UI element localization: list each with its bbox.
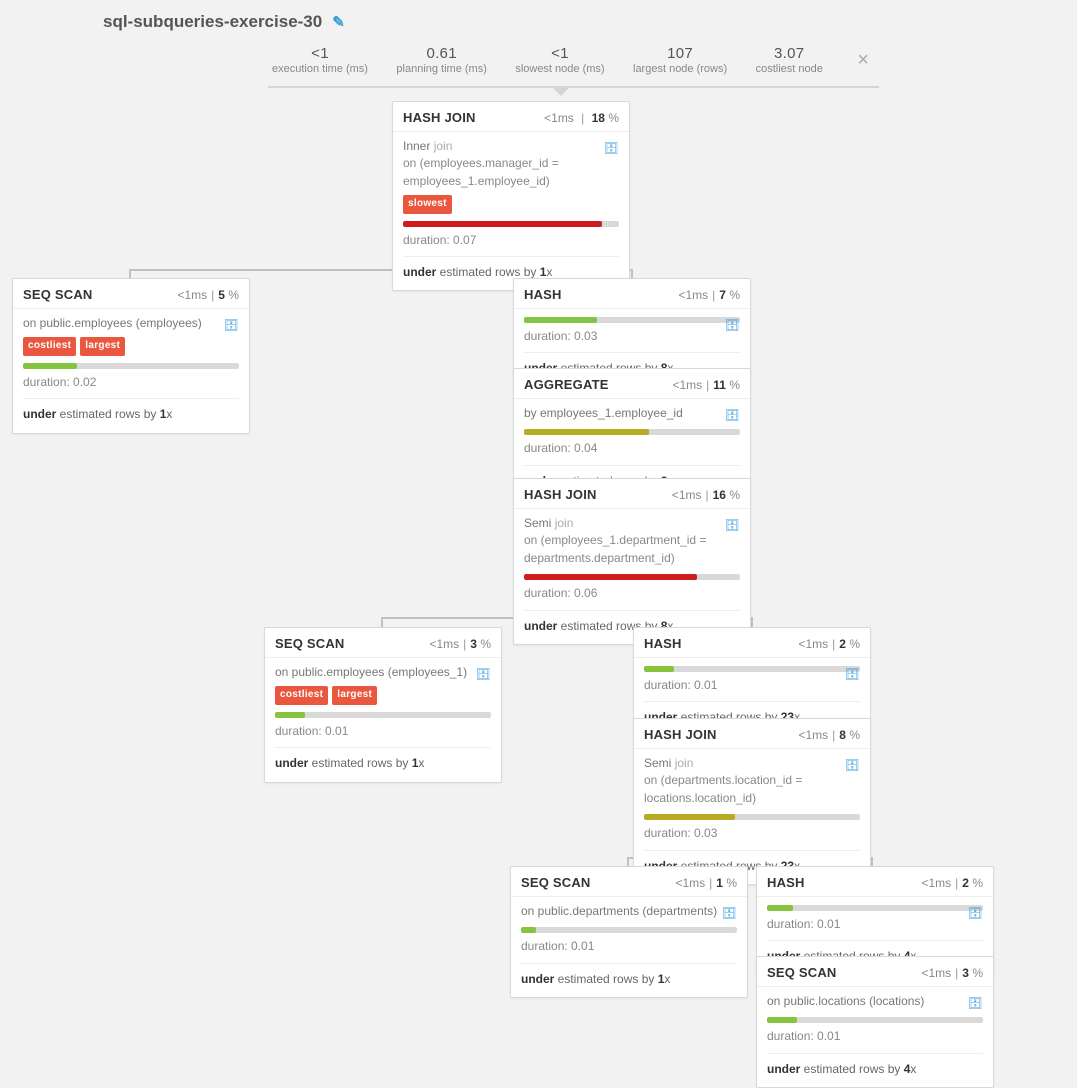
node-seqscan-departments[interactable]: SEQ SCAN <1ms|1 % 🗄 on public.department… <box>510 866 748 998</box>
node-join-type: Semi join <box>524 515 740 532</box>
duration-line: duration: 0.01 <box>275 723 491 748</box>
duration-bar <box>521 927 737 933</box>
tag-costliest: costliest <box>23 337 76 356</box>
node-title: SEQ SCAN <box>23 287 93 302</box>
node-metrics: <1ms|3 % <box>921 966 983 980</box>
node-title: AGGREGATE <box>524 377 609 392</box>
duration-bar <box>767 1017 983 1023</box>
database-icon[interactable]: 🗄 <box>725 317 740 334</box>
node-title: HASH <box>644 636 682 651</box>
stats-pointer <box>551 86 571 96</box>
node-metrics: <1ms|7 % <box>678 288 740 302</box>
node-hashjoin-2[interactable]: HASH JOIN <1ms|16 % 🗄 Semi join on (empl… <box>513 478 751 645</box>
duration-line: duration: 0.03 <box>524 328 740 353</box>
stat-exec-time: <1 execution time (ms) <box>272 45 368 75</box>
node-metrics: <1ms|5 % <box>177 288 239 302</box>
node-join-type: Semi join <box>644 755 860 772</box>
node-hashjoin-3[interactable]: HASH JOIN <1ms|8 % 🗄 Semi join on (depar… <box>633 718 871 885</box>
node-group-by: by employees_1.employee_id <box>524 405 740 422</box>
node-title: SEQ SCAN <box>767 965 837 980</box>
node-metrics: <1ms|1 % <box>675 876 737 890</box>
close-stats-icon[interactable]: × <box>851 50 875 70</box>
estimate-line: under estimated rows by 1x <box>521 964 737 988</box>
node-join-type: Inner join <box>403 138 619 155</box>
database-icon[interactable]: 🗄 <box>968 905 983 922</box>
duration-bar <box>23 363 239 369</box>
tag-largest: largest <box>332 686 377 705</box>
node-seqscan-employees1[interactable]: SEQ SCAN <1ms|3 % 🗄 on public.employees … <box>264 627 502 783</box>
duration-line: duration: 0.04 <box>524 440 740 465</box>
duration-bar <box>767 905 983 911</box>
node-hashjoin-root[interactable]: HASH JOIN <1ms | 18 % 🗄 Inner join on (e… <box>392 101 630 291</box>
node-title: HASH <box>524 287 562 302</box>
edit-title-icon[interactable]: ✎ <box>332 13 345 31</box>
node-metrics: <1ms|3 % <box>429 637 491 651</box>
database-icon[interactable]: 🗄 <box>845 757 860 774</box>
stat-costliest-node: 3.07 costliest node <box>756 45 823 75</box>
duration-line: duration: 0.01 <box>767 916 983 941</box>
database-icon[interactable]: 🗄 <box>725 517 740 534</box>
node-tags: costliest largest <box>275 686 491 705</box>
node-metrics: <1ms | 18 % <box>544 111 619 125</box>
node-condition: on (employees.manager_id = employees_1.e… <box>403 155 619 190</box>
duration-bar <box>524 574 740 580</box>
page-title: sql-subqueries-exercise-30 ✎ <box>103 12 345 32</box>
node-tags: slowest <box>403 195 619 214</box>
node-metrics: <1ms|16 % <box>672 488 740 502</box>
estimate-line: under estimated rows by 4x <box>767 1054 983 1078</box>
tag-largest: largest <box>80 337 125 356</box>
stat-slowest-node: <1 slowest node (ms) <box>515 45 604 75</box>
duration-line: duration: 0.01 <box>767 1028 983 1053</box>
node-metrics: <1ms|2 % <box>798 637 860 651</box>
duration-bar <box>644 666 860 672</box>
duration-line: duration: 0.03 <box>644 825 860 850</box>
node-seqscan-locations[interactable]: SEQ SCAN <1ms|3 % 🗄 on public.locations … <box>756 956 994 1088</box>
plan-title: sql-subqueries-exercise-30 <box>103 12 322 32</box>
node-tags: costliest largest <box>23 337 239 356</box>
node-relation: on public.locations (locations) <box>767 993 983 1010</box>
node-title: SEQ SCAN <box>521 875 591 890</box>
database-icon[interactable]: 🗄 <box>845 666 860 683</box>
node-seqscan-employees[interactable]: SEQ SCAN <1ms|5 % 🗄 on public.employees … <box>12 278 250 434</box>
node-relation: on public.departments (departments) <box>521 903 737 920</box>
node-title: HASH JOIN <box>403 110 476 125</box>
duration-bar <box>524 429 740 435</box>
database-icon[interactable]: 🗄 <box>476 666 491 683</box>
node-title: SEQ SCAN <box>275 636 345 651</box>
database-icon[interactable]: 🗄 <box>968 995 983 1012</box>
stats-bar: <1 execution time (ms) 0.61 planning tim… <box>268 38 879 88</box>
estimate-line: under estimated rows by 1x <box>275 748 491 772</box>
node-metrics: <1ms|8 % <box>798 728 860 742</box>
stat-largest-node: 107 largest node (rows) <box>633 45 727 75</box>
database-icon[interactable]: 🗄 <box>722 905 737 922</box>
node-relation: on public.employees (employees) <box>23 315 239 332</box>
duration-bar <box>403 221 619 227</box>
duration-line: duration: 0.01 <box>644 677 860 702</box>
database-icon[interactable]: 🗄 <box>224 317 239 334</box>
tag-costliest: costliest <box>275 686 328 705</box>
node-metrics: <1ms|2 % <box>921 876 983 890</box>
node-title: HASH JOIN <box>524 487 597 502</box>
node-metrics: <1ms|11 % <box>672 378 740 392</box>
node-title: HASH <box>767 875 805 890</box>
database-icon[interactable]: 🗄 <box>725 407 740 424</box>
duration-bar <box>275 712 491 718</box>
duration-line: duration: 0.01 <box>521 938 737 963</box>
node-title: HASH JOIN <box>644 727 717 742</box>
node-condition: on (departments.location_id = locations.… <box>644 772 860 807</box>
tag-slowest: slowest <box>403 195 452 214</box>
duration-line: duration: 0.02 <box>23 374 239 399</box>
duration-line: duration: 0.06 <box>524 585 740 610</box>
stat-planning-time: 0.61 planning time (ms) <box>396 45 486 75</box>
node-relation: on public.employees (employees_1) <box>275 664 491 681</box>
node-condition: on (employees_1.department_id = departme… <box>524 532 740 567</box>
database-icon[interactable]: 🗄 <box>604 140 619 157</box>
duration-line: duration: 0.07 <box>403 232 619 257</box>
estimate-line: under estimated rows by 1x <box>23 399 239 423</box>
duration-bar <box>644 814 860 820</box>
duration-bar <box>524 317 740 323</box>
